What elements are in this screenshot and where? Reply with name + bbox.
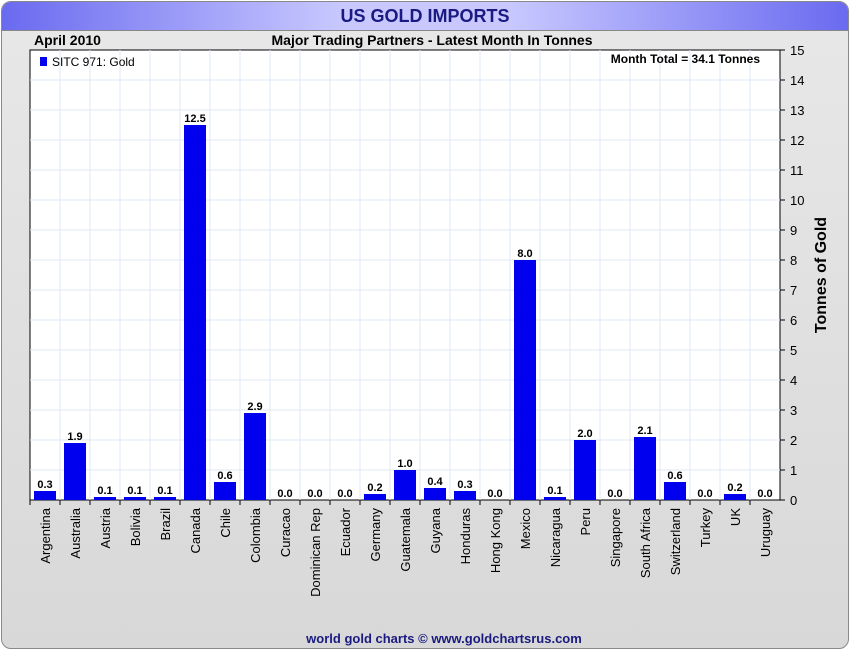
month-total-annotation: Month Total = 34.1 Tonnes (611, 52, 761, 66)
plot-area (29, 49, 781, 501)
x-tick-label: Colombia (248, 507, 263, 563)
data-label: 0.1 (157, 485, 172, 497)
x-tick-label: Curacao (278, 508, 293, 557)
y-tick-label: 10 (790, 193, 804, 208)
bar-chile (214, 482, 236, 500)
data-label: 2.0 (577, 428, 592, 440)
data-label: 0.4 (427, 476, 443, 488)
y-tick-label: 11 (790, 163, 804, 178)
x-tick-label: Austria (98, 507, 113, 548)
x-tick-label: Australia (68, 507, 83, 558)
y-tick-label: 5 (790, 343, 797, 358)
x-tick-label: Canada (188, 507, 203, 553)
x-tick-label: Ecuador (338, 507, 353, 556)
x-tick-label: Chile (218, 508, 233, 538)
x-tick-label: Bolivia (128, 507, 143, 546)
chart-subtitle: Major Trading Partners - Latest Month In… (272, 32, 593, 48)
data-label: 0.0 (607, 488, 622, 500)
bar-colombia (244, 413, 266, 500)
x-tick-label: Honduras (458, 508, 473, 565)
x-tick-label: Switzerland (668, 508, 683, 575)
data-label: 12.5 (184, 113, 205, 125)
data-label: 0.6 (667, 470, 682, 482)
bar-brazil (154, 497, 176, 500)
data-label: 0.6 (217, 470, 232, 482)
y-tick-label: 15 (790, 43, 804, 58)
data-label: 0.1 (127, 485, 142, 497)
bar-argentina (34, 491, 56, 500)
bar-germany (364, 494, 386, 500)
bar-chart: April 2010 Major Trading Partners - Late… (29, 32, 830, 646)
bar-mexico (514, 260, 536, 500)
bar-bolivia (124, 497, 146, 500)
data-label: 2.9 (247, 401, 262, 413)
x-tick-label: Uruguay (758, 508, 773, 558)
x-tick-label: Guatemala (398, 507, 413, 571)
bar-honduras (454, 491, 476, 500)
footer-credit: world gold charts © www.goldchartsrus.co… (305, 631, 582, 646)
data-label: 0.0 (757, 488, 772, 500)
data-label: 0.3 (457, 479, 472, 491)
x-tick-label: UK (728, 508, 743, 526)
bar-guatemala (394, 470, 416, 500)
y-tick-label: 7 (790, 283, 797, 298)
data-label: 1.9 (67, 431, 82, 443)
x-tick-label: Germany (368, 508, 383, 562)
x-tick-label: Brazil (158, 508, 173, 541)
data-label: 0.0 (307, 488, 322, 500)
bar-guyana (424, 488, 446, 500)
data-label: 0.0 (487, 488, 502, 500)
y-tick-label: 1 (790, 463, 797, 478)
x-tick-label: Turkey (698, 508, 713, 548)
data-label: 0.0 (337, 488, 352, 500)
data-label: 0.0 (697, 488, 712, 500)
x-tick-label: South Africa (638, 507, 653, 578)
y-tick-label: 2 (790, 433, 797, 448)
y-tick-label: 13 (790, 103, 804, 118)
x-tick-label: Argentina (38, 507, 53, 563)
data-label: 1.0 (397, 458, 412, 470)
date-label: April 2010 (34, 32, 101, 48)
bar-switzerland (664, 482, 686, 500)
y-tick-label: 0 (790, 493, 797, 508)
x-tick-label: Singapore (608, 508, 623, 567)
data-label: 0.2 (727, 482, 742, 494)
x-tick-label: Hong Kong (488, 508, 503, 573)
x-tick-label: Guyana (428, 507, 443, 553)
legend-label: SITC 971: Gold (52, 55, 135, 69)
legend-swatch (40, 57, 47, 66)
y-tick-label: 3 (790, 403, 797, 418)
x-tick-label: Nicaragua (548, 507, 563, 567)
y-tick-label: 14 (790, 73, 804, 88)
data-label: 0.1 (97, 485, 112, 497)
data-label: 0.3 (37, 479, 52, 491)
data-label: 8.0 (517, 248, 532, 260)
y-tick-label: 8 (790, 253, 797, 268)
data-label: 0.2 (367, 482, 382, 494)
bar-uk (724, 494, 746, 500)
y-tick-label: 9 (790, 223, 797, 238)
y-tick-label: 12 (790, 133, 804, 148)
x-tick-label: Peru (578, 508, 593, 535)
bar-peru (574, 440, 596, 500)
bar-canada (184, 125, 206, 500)
data-label: 2.1 (637, 425, 652, 437)
bar-australia (64, 443, 86, 500)
data-label: 0.0 (277, 488, 292, 500)
x-tick-label: Dominican Rep (308, 508, 323, 597)
data-label: 0.1 (547, 485, 562, 497)
y-axis-label: Tonnes of Gold (813, 217, 830, 333)
y-tick-label: 4 (790, 373, 797, 388)
x-tick-label: Mexico (518, 508, 533, 549)
bar-south-africa (634, 437, 656, 500)
y-tick-label: 6 (790, 313, 797, 328)
bar-austria (94, 497, 116, 500)
bar-nicaragua (544, 497, 566, 500)
